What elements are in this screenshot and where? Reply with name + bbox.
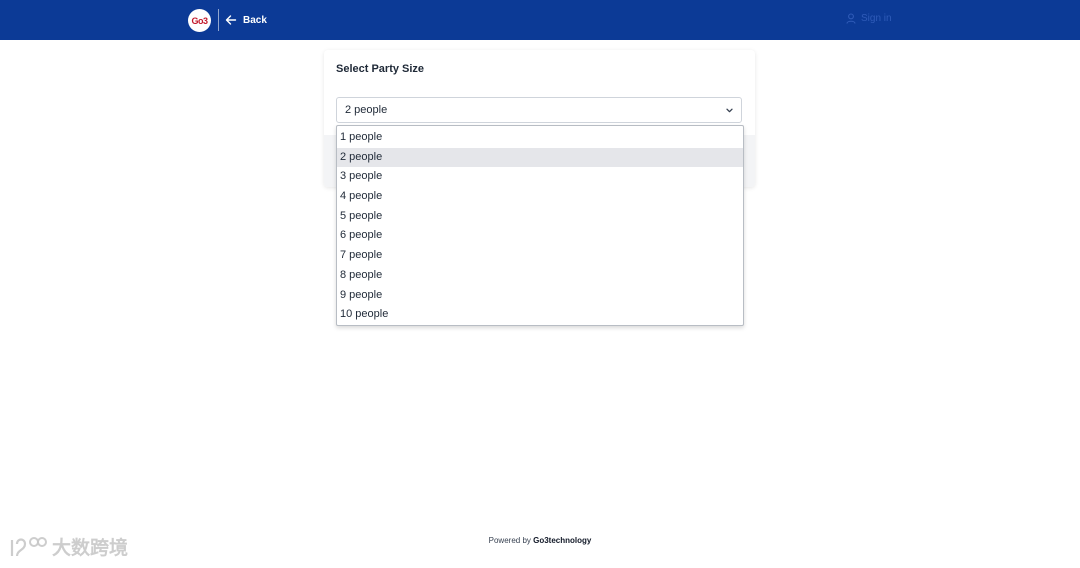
go3-logo[interactable]: Go3: [188, 9, 211, 32]
footer-prefix: Powered by: [488, 536, 534, 545]
arrow-left-icon: [225, 15, 237, 25]
header-divider: [218, 9, 219, 31]
option-8-people[interactable]: 8 people: [337, 266, 743, 286]
sign-in-label: Sign in: [861, 13, 892, 24]
option-1-people[interactable]: 1 people: [337, 128, 743, 148]
card-title: Select Party Size: [336, 63, 425, 75]
option-10-people[interactable]: 10 people: [337, 305, 743, 325]
option-7-people[interactable]: 7 people: [337, 246, 743, 266]
select-value: 2 people: [345, 104, 388, 116]
option-4-people[interactable]: 4 people: [337, 187, 743, 207]
user-icon: [846, 13, 856, 24]
option-2-people[interactable]: 2 people: [337, 147, 743, 168]
watermark: 大数跨境: [8, 533, 128, 560]
back-button[interactable]: Back: [225, 12, 267, 28]
back-label: Back: [243, 14, 267, 26]
watermark-text: 大数跨境: [52, 538, 129, 559]
option-3-people[interactable]: 3 people: [337, 167, 743, 187]
sign-in-button[interactable]: Sign in: [846, 13, 892, 24]
chevron-down-icon: [726, 108, 733, 113]
party-size-dropdown-list: 1 people 2 people 3 people 4 people 5 pe…: [336, 125, 744, 326]
option-6-people[interactable]: 6 people: [337, 226, 743, 246]
party-size-select[interactable]: 2 people: [336, 97, 742, 123]
watermark-logo-icon: [10, 536, 47, 556]
logo-text: Go3: [191, 15, 208, 26]
top-header: Go3 Back Sign in: [0, 0, 1080, 40]
footer-brand-link[interactable]: Go3technology: [533, 536, 591, 545]
option-5-people[interactable]: 5 people: [337, 207, 743, 227]
powered-by-footer: Powered by Go3technology: [0, 536, 1080, 545]
option-9-people[interactable]: 9 people: [337, 286, 743, 306]
